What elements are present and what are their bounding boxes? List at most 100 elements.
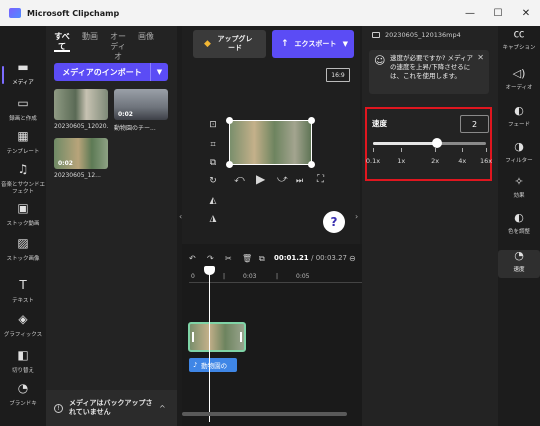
aspect-ratio-button[interactable]: 16:9 bbox=[326, 68, 350, 82]
speed-label: 速度 bbox=[372, 119, 387, 128]
fullscreen-icon[interactable]: ⛶ bbox=[317, 174, 324, 185]
chevron-up-icon[interactable]: ^ bbox=[159, 404, 166, 413]
ruler-label: 0 bbox=[191, 273, 195, 280]
speed-tick-mark bbox=[373, 148, 374, 152]
nav-stock-video[interactable]: ▣ ストック動画 bbox=[0, 201, 46, 228]
tab-underline bbox=[54, 50, 70, 52]
media-caption: 動物園のチー... bbox=[114, 125, 156, 132]
diamond-icon: ◆ bbox=[204, 38, 211, 49]
close-icon[interactable]: ✕ bbox=[477, 53, 484, 62]
smile-icon: ☺ bbox=[374, 54, 386, 67]
export-button[interactable]: ↑ エクスポート ▼ bbox=[272, 30, 354, 58]
speed-tip: ☺ 速度が必要ですか? メディアの速度を上昇/下降させるには、これを使用します。… bbox=[369, 50, 489, 94]
window-title: Microsoft Clipchamp bbox=[27, 8, 120, 18]
speed-tick-mark bbox=[435, 148, 437, 152]
tip-text: 速度が必要ですか? メディアの速度を上昇/下降させるには、これを使用します。 bbox=[390, 54, 474, 80]
undo-icon[interactable]: ↶ bbox=[189, 254, 196, 263]
media-thumbnail[interactable]: 0:02 bbox=[54, 138, 108, 169]
nav-adjust-color[interactable]: ◐ 色を調整 bbox=[498, 212, 540, 236]
resize-handle[interactable] bbox=[226, 161, 233, 168]
stock-video-icon: ▣ bbox=[17, 201, 29, 215]
filter-icon: ◑ bbox=[514, 140, 524, 153]
chevron-down-icon[interactable]: ▼ bbox=[150, 63, 168, 81]
help-button[interactable]: ? bbox=[323, 211, 345, 233]
speed-input[interactable]: 2 bbox=[460, 115, 489, 133]
flip-vertical-icon[interactable]: ◮ bbox=[206, 214, 220, 226]
trim-handle-left[interactable] bbox=[192, 332, 194, 342]
nav-media[interactable]: ▬ メディア bbox=[0, 61, 46, 87]
speed-slider-fill bbox=[373, 142, 438, 145]
rotate-icon[interactable]: ↻ bbox=[206, 176, 220, 188]
upgrade-button[interactable]: ◆ アップグレード bbox=[193, 30, 266, 58]
import-media-button[interactable]: メディアのインポート ▼ bbox=[54, 63, 168, 81]
media-thumbnail[interactable] bbox=[54, 89, 108, 120]
nav-text[interactable]: T テキスト bbox=[0, 278, 46, 305]
skip-to-end-icon[interactable]: ⏭ bbox=[296, 176, 303, 186]
forward-icon[interactable]: ⤻ bbox=[277, 174, 288, 185]
nav-fade[interactable]: ◐ フェード bbox=[498, 104, 540, 129]
nav-speed[interactable]: ◔ 速度 bbox=[498, 250, 540, 278]
timeline-scrollbar[interactable] bbox=[182, 412, 347, 416]
resize-handle[interactable] bbox=[226, 117, 233, 124]
video-clip[interactable] bbox=[188, 322, 246, 352]
nav-effects[interactable]: ✧ 効果 bbox=[498, 175, 540, 200]
audio-clip[interactable]: ♪ 動物園の bbox=[189, 358, 237, 372]
stock-image-icon: ▨ bbox=[17, 236, 29, 250]
nav-music[interactable]: ♫ 音楽とサウンドエフェクト bbox=[0, 163, 46, 196]
media-thumbnail[interactable]: 0:02 bbox=[114, 89, 168, 120]
nav-record[interactable]: ▭ 録画と作成 bbox=[0, 97, 46, 123]
fit-icon[interactable]: ⊡ bbox=[206, 120, 220, 132]
zoom-icon[interactable]: ⊖ bbox=[349, 254, 356, 263]
video-preview[interactable] bbox=[226, 117, 315, 168]
collapse-right-icon[interactable]: › bbox=[355, 212, 358, 221]
nav-transitions[interactable]: ◧ 切り替え bbox=[0, 348, 46, 375]
redo-icon[interactable]: ↷ bbox=[207, 254, 214, 263]
nav-templates[interactable]: ▦ テンプレート bbox=[0, 130, 46, 156]
tab-all[interactable]: すべて bbox=[54, 32, 70, 62]
ruler-label: 0:05 bbox=[296, 273, 310, 280]
resize-handle[interactable] bbox=[308, 161, 315, 168]
play-button[interactable]: ▶ bbox=[256, 172, 265, 186]
flip-horizontal-icon[interactable]: ◭ bbox=[206, 196, 220, 208]
speed-tick-label: 4x bbox=[458, 157, 467, 165]
speed-tick-label: 1x bbox=[397, 157, 406, 165]
media-panel: すべて 動画 オーディオ 画像 メディアのインポート ▼ bbox=[46, 26, 177, 426]
playhead[interactable] bbox=[209, 270, 210, 422]
audio-icon: ◁) bbox=[512, 67, 526, 80]
speed-slider[interactable] bbox=[373, 142, 486, 145]
caption-icon: ㏄ bbox=[513, 27, 525, 40]
nav-captions[interactable]: ㏄キャプション bbox=[498, 27, 540, 52]
pip-icon[interactable]: ⧉ bbox=[206, 158, 220, 170]
collapse-left-icon[interactable]: ‹ bbox=[179, 212, 182, 221]
backup-text: メディアはバックアップされていません bbox=[69, 399, 153, 416]
fade-icon: ◐ bbox=[514, 104, 524, 117]
close-button[interactable]: ✕ bbox=[512, 0, 540, 26]
music-note-icon: ♪ bbox=[193, 361, 198, 369]
nav-graphics[interactable]: ◈ グラフィックス bbox=[0, 313, 46, 339]
duplicate-icon[interactable]: ⧉ bbox=[259, 254, 265, 264]
tab-video[interactable]: 動画 bbox=[82, 32, 98, 62]
speed-tick-label: 0.1x bbox=[365, 157, 381, 165]
crop-icon[interactable]: ⌗ bbox=[206, 140, 220, 152]
nav-audio[interactable]: ◁) オーディオ bbox=[498, 67, 540, 92]
transition-icon: ◧ bbox=[17, 348, 29, 362]
tab-image[interactable]: 画像 bbox=[138, 32, 154, 62]
minimize-button[interactable]: — bbox=[456, 0, 484, 26]
nav-filters[interactable]: ◑ フィルター bbox=[498, 140, 540, 165]
text-icon: T bbox=[19, 278, 27, 292]
split-icon[interactable]: ✂ bbox=[225, 254, 232, 263]
duration-badge: 0:02 bbox=[58, 160, 73, 167]
rewind-icon[interactable]: ⤺ bbox=[234, 174, 245, 185]
media-caption: 20230605_12... bbox=[54, 172, 101, 179]
tab-audio[interactable]: オーディオ bbox=[110, 32, 126, 62]
speed-tick-label: 16x bbox=[479, 157, 493, 165]
nav-stock-image[interactable]: ▨ ストック画像 bbox=[0, 236, 46, 263]
maximize-button[interactable]: ☐ bbox=[484, 0, 512, 26]
chevron-down-icon[interactable]: ▼ bbox=[343, 40, 348, 49]
effects-icon: ✧ bbox=[514, 175, 524, 188]
backup-notice[interactable]: ! メディアはバックアップされていません ^ bbox=[46, 390, 177, 426]
nav-brand-kit[interactable]: ◔ ブランドキ bbox=[0, 382, 46, 408]
trim-handle-right[interactable] bbox=[240, 332, 242, 342]
delete-icon[interactable]: 🗑 bbox=[242, 254, 252, 263]
resize-handle[interactable] bbox=[308, 117, 315, 124]
